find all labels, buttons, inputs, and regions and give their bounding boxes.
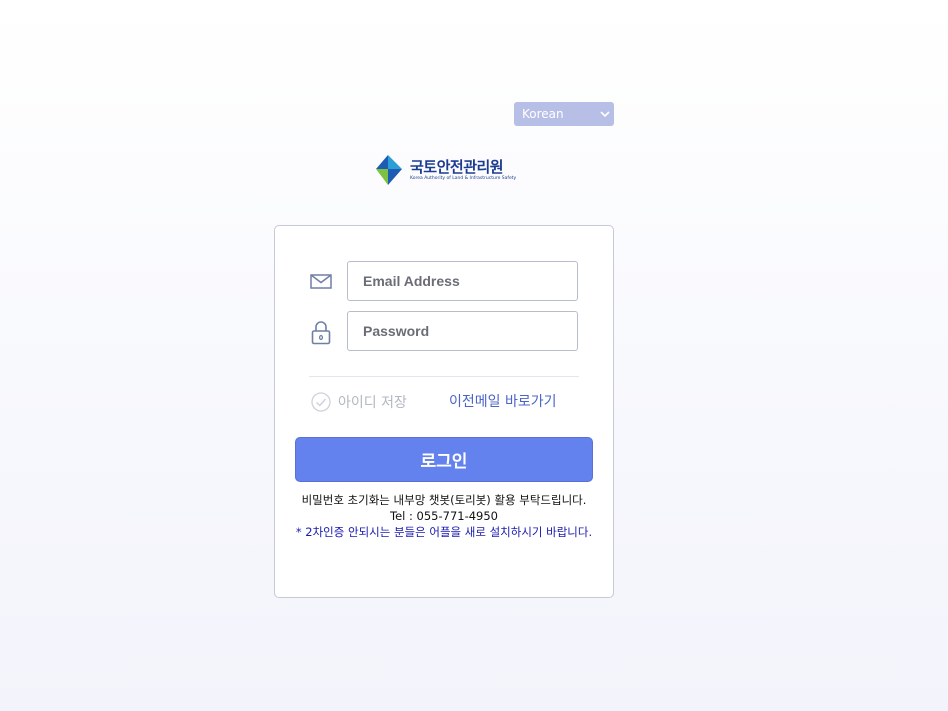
mail-icon <box>309 271 333 291</box>
email-input[interactable] <box>347 261 578 301</box>
logo-mark-icon <box>376 155 402 185</box>
login-card: 아이디 저장 이전메일 바로가기 로그인 비밀번호 초기화는 내부망 챗봇(토리… <box>274 225 614 598</box>
tel-info: Tel : 055-771-4950 <box>390 509 498 523</box>
language-selected-value: Korean <box>522 107 564 121</box>
language-select[interactable]: Korean <box>514 102 614 126</box>
password-reset-notice: 비밀번호 초기화는 내부망 챗봇(토리봇) 활용 부탁드립니다. <box>301 493 587 507</box>
logo-name: 국토안전관리원 <box>410 157 504 176</box>
previous-mail-link[interactable]: 이전메일 바로가기 <box>449 391 557 413</box>
password-input[interactable] <box>347 311 578 351</box>
otp-notice: * 2차인증 안되시는 분들은 어플을 새로 설치하시기 바랍니다. <box>295 525 593 539</box>
logo-subtitle: Korea Authority of Land & Infrastructure… <box>410 175 517 181</box>
divider <box>309 376 579 377</box>
login-button[interactable]: 로그인 <box>295 437 593 482</box>
lock-icon <box>309 319 333 345</box>
remember-id-label: 아이디 저장 <box>338 395 407 411</box>
remember-id-checkbox[interactable]: 아이디 저장 <box>311 391 407 413</box>
logo: 국토안전관리원 Korea Authority of Land & Infras… <box>372 152 522 188</box>
notice-block: 비밀번호 초기화는 내부망 챗봇(토리봇) 활용 부탁드립니다. Tel : 0… <box>295 492 593 540</box>
check-circle-icon <box>311 392 331 412</box>
chevron-down-icon <box>596 102 614 126</box>
